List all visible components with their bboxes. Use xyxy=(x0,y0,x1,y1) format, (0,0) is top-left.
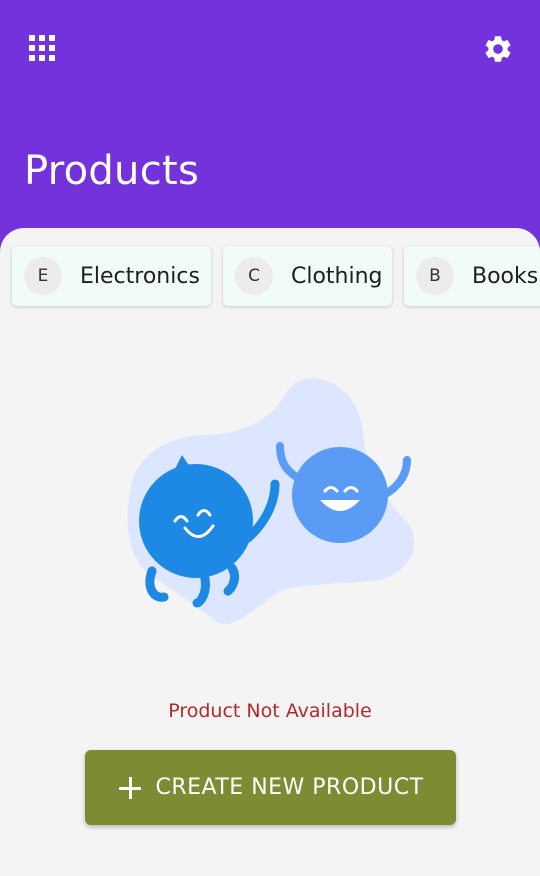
page-title: Products xyxy=(24,148,200,194)
chip-label: Electronics xyxy=(80,263,200,289)
app-header: Products xyxy=(0,0,540,260)
category-chip-list[interactable]: E Electronics C Clothing B Books xyxy=(0,244,540,310)
chip-label: Books xyxy=(472,263,539,289)
empty-state-illustration xyxy=(127,378,415,625)
create-new-product-button[interactable]: CREATE NEW PRODUCT xyxy=(85,750,456,825)
chip-label: Clothing xyxy=(291,263,383,289)
category-chip-electronics[interactable]: E Electronics xyxy=(12,246,211,306)
plus-icon xyxy=(117,775,143,801)
settings-button[interactable] xyxy=(476,27,520,71)
chip-avatar: C xyxy=(235,257,273,295)
apps-menu-button[interactable] xyxy=(22,28,62,68)
category-chip-clothing[interactable]: C Clothing xyxy=(223,246,392,306)
main-content: E Electronics C Clothing B Books Product… xyxy=(0,228,540,876)
create-button-label: CREATE NEW PRODUCT xyxy=(155,775,424,800)
empty-state-message: Product Not Available xyxy=(168,700,372,722)
gear-icon xyxy=(485,36,511,62)
grid-apps-icon xyxy=(29,35,55,61)
chip-avatar: E xyxy=(24,257,62,295)
category-chip-books[interactable]: B Books xyxy=(404,246,540,306)
chip-avatar: B xyxy=(416,257,454,295)
